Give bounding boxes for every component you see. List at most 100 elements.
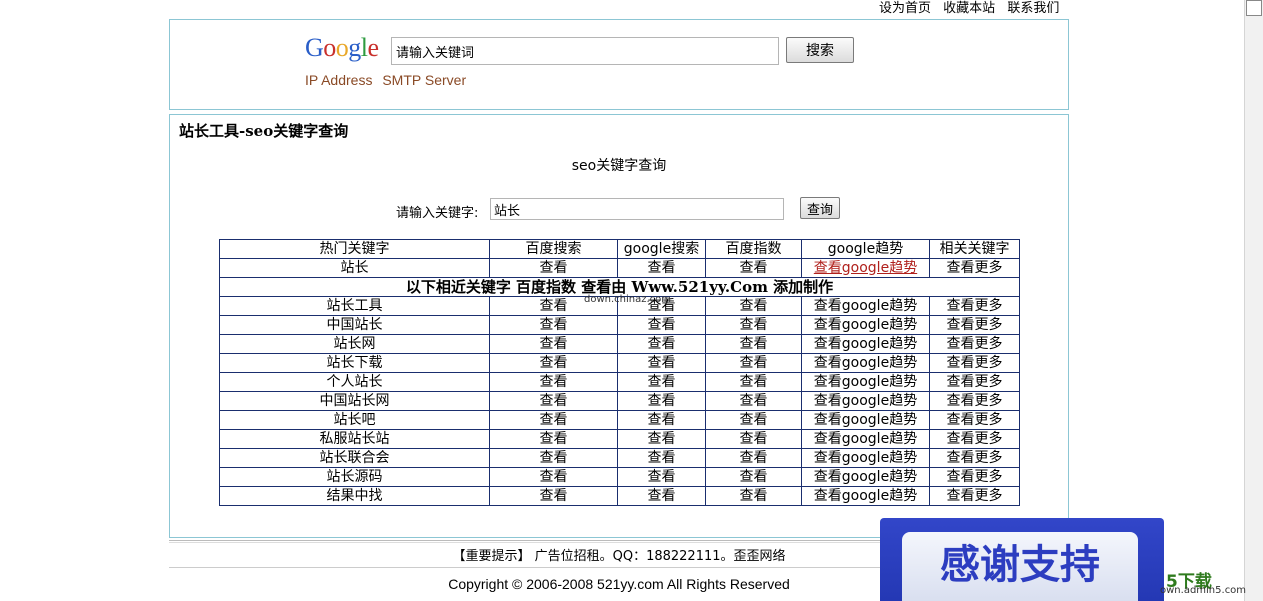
google-search-link[interactable]: 查看 — [648, 374, 676, 390]
baidu-index-link[interactable]: 查看 — [740, 488, 768, 504]
baidu-search-link[interactable]: 查看 — [540, 374, 568, 390]
related-keywords-link[interactable]: 查看更多 — [947, 336, 1003, 352]
baidu-search-link[interactable]: 查看 — [540, 355, 568, 371]
query-button[interactable]: 查询 — [800, 197, 840, 219]
keyword-cell: 站长工具 — [219, 296, 490, 316]
table-row: 中国站长网 查看 查看 查看 查看google趋势 查看更多 — [219, 391, 1020, 411]
smtp-server-link[interactable]: SMTP Server — [382, 72, 466, 88]
header-google-trends: google趋势 — [801, 239, 930, 259]
baidu-index-link[interactable]: 查看 — [740, 260, 768, 276]
google-search-link[interactable]: 查看 — [648, 393, 676, 409]
google-search-link[interactable]: 查看 — [648, 260, 676, 276]
header-baidu-index: 百度指数 — [705, 239, 802, 259]
related-keywords-link[interactable]: 查看更多 — [947, 412, 1003, 428]
table-row: 站长吧 查看 查看 查看 查看google趋势 查看更多 — [219, 410, 1020, 430]
baidu-search-link[interactable]: 查看 — [540, 431, 568, 447]
baidu-search-link[interactable]: 查看 — [540, 336, 568, 352]
google-search-link[interactable]: 查看 — [648, 488, 676, 504]
keyword-cell: 个人站长 — [219, 372, 490, 392]
keyword-cell: 结果中找 — [219, 486, 490, 506]
contact-link[interactable]: 联系我们 — [1007, 1, 1059, 16]
keyword-cell: 中国站长网 — [219, 391, 490, 411]
google-search-input[interactable] — [391, 37, 779, 65]
google-trends-link[interactable]: 查看google趋势 — [814, 336, 917, 352]
google-search-link[interactable]: 查看 — [648, 298, 676, 314]
quick-links: IP Address SMTP Server — [305, 72, 472, 88]
header-baidu-search: 百度搜索 — [489, 239, 618, 259]
baidu-search-link[interactable]: 查看 — [540, 469, 568, 485]
scrollbar-handle[interactable] — [1246, 0, 1262, 16]
related-keywords-link[interactable]: 查看更多 — [947, 469, 1003, 485]
baidu-index-link[interactable]: 查看 — [740, 317, 768, 333]
keyword-cell: 站长 — [219, 258, 490, 278]
baidu-search-link[interactable]: 查看 — [540, 412, 568, 428]
google-search-link[interactable]: 查看 — [648, 450, 676, 466]
baidu-index-link[interactable]: 查看 — [740, 336, 768, 352]
baidu-search-link[interactable]: 查看 — [540, 298, 568, 314]
baidu-index-link[interactable]: 查看 — [740, 469, 768, 485]
google-search-button[interactable]: 搜索 — [786, 37, 854, 63]
google-trends-link[interactable]: 查看google趋势 — [814, 431, 917, 447]
baidu-search-link[interactable]: 查看 — [540, 393, 568, 409]
baidu-search-link[interactable]: 查看 — [540, 488, 568, 504]
google-search-panel: Google 搜索 IP Address SMTP Server — [169, 19, 1069, 110]
baidu-index-link[interactable]: 查看 — [740, 298, 768, 314]
google-trends-link[interactable]: 查看google趋势 — [814, 393, 917, 409]
baidu-index-link[interactable]: 查看 — [740, 431, 768, 447]
ip-address-link[interactable]: IP Address — [305, 72, 372, 88]
baidu-search-link[interactable]: 查看 — [540, 450, 568, 466]
bookmark-link[interactable]: 收藏本站 — [943, 1, 995, 16]
google-search-link[interactable]: 查看 — [648, 412, 676, 428]
related-keywords-link[interactable]: 查看更多 — [947, 355, 1003, 371]
baidu-index-link[interactable]: 查看 — [740, 412, 768, 428]
google-trends-link[interactable]: 查看google趋势 — [814, 355, 917, 371]
related-keywords-link[interactable]: 查看更多 — [947, 431, 1003, 447]
google-trends-link[interactable]: 查看google趋势 — [814, 450, 917, 466]
keyword-cell: 私服站长站 — [219, 429, 490, 449]
related-keywords-link[interactable]: 查看更多 — [947, 374, 1003, 390]
related-keywords-link[interactable]: 查看更多 — [947, 317, 1003, 333]
page-subtitle: seo关键字查询 — [571, 158, 667, 174]
baidu-index-link[interactable]: 查看 — [740, 450, 768, 466]
baidu-index-link[interactable]: 查看 — [740, 355, 768, 371]
keyword-input[interactable] — [490, 198, 784, 220]
related-keywords-link[interactable]: 查看更多 — [947, 450, 1003, 466]
google-search-link[interactable]: 查看 — [648, 336, 676, 352]
table-row: 站长源码 查看 查看 查看 查看google趋势 查看更多 — [219, 467, 1020, 487]
table-header-row: 热门关键字 百度搜索 google搜索 百度指数 google趋势 相关关键字 — [219, 239, 1020, 259]
related-keywords-link[interactable]: 查看更多 — [947, 488, 1003, 504]
keyword-query-panel: 站长工具-seo关键字查询 seo关键字查询 请输入关键字: 查询 热门关键字 … — [169, 114, 1069, 538]
keyword-cell: 站长吧 — [219, 410, 490, 430]
table-row: 站长联合会 查看 查看 查看 查看google趋势 查看更多 — [219, 448, 1020, 468]
vertical-scrollbar[interactable] — [1244, 0, 1263, 601]
related-keywords-link[interactable]: 查看更多 — [947, 298, 1003, 314]
set-homepage-link[interactable]: 设为首页 — [879, 1, 931, 16]
table-row: 个人站长 查看 查看 查看 查看google趋势 查看更多 — [219, 372, 1020, 392]
google-search-link[interactable]: 查看 — [648, 355, 676, 371]
keyword-cell: 站长联合会 — [219, 448, 490, 468]
table-row: 站长工具 查看 查看 查看 查看google趋势 查看更多 — [219, 296, 1020, 316]
google-logo: Google — [305, 33, 379, 62]
google-trends-link[interactable]: 查看google趋势 — [814, 469, 917, 485]
baidu-index-link[interactable]: 查看 — [740, 393, 768, 409]
keyword-cell: 站长下载 — [219, 353, 490, 373]
table-row: 私服站长站 查看 查看 查看 查看google趋势 查看更多 — [219, 429, 1020, 449]
google-trends-link[interactable]: 查看google趋势 — [814, 488, 917, 504]
baidu-search-link[interactable]: 查看 — [540, 317, 568, 333]
baidu-index-link[interactable]: 查看 — [740, 374, 768, 390]
related-keywords-link[interactable]: 查看更多 — [947, 393, 1003, 409]
google-trends-link[interactable]: 查看google趋势 — [814, 374, 917, 390]
google-search-link[interactable]: 查看 — [648, 469, 676, 485]
table-row: 中国站长 查看 查看 查看 查看google趋势 查看更多 — [219, 315, 1020, 335]
google-trends-link[interactable]: 查看google趋势 — [814, 412, 917, 428]
google-search-link[interactable]: 查看 — [648, 317, 676, 333]
keyword-cell: 站长源码 — [219, 467, 490, 487]
google-search-link[interactable]: 查看 — [648, 431, 676, 447]
google-trends-link[interactable]: 查看google趋势 — [814, 260, 917, 276]
thanks-text: 感谢支持 — [902, 532, 1138, 601]
baidu-search-link[interactable]: 查看 — [540, 260, 568, 276]
related-keywords-link[interactable]: 查看更多 — [947, 260, 1003, 276]
results-table: 热门关键字 百度搜索 google搜索 百度指数 google趋势 相关关键字 … — [219, 239, 1020, 506]
google-trends-link[interactable]: 查看google趋势 — [814, 298, 917, 314]
google-trends-link[interactable]: 查看google趋势 — [814, 317, 917, 333]
